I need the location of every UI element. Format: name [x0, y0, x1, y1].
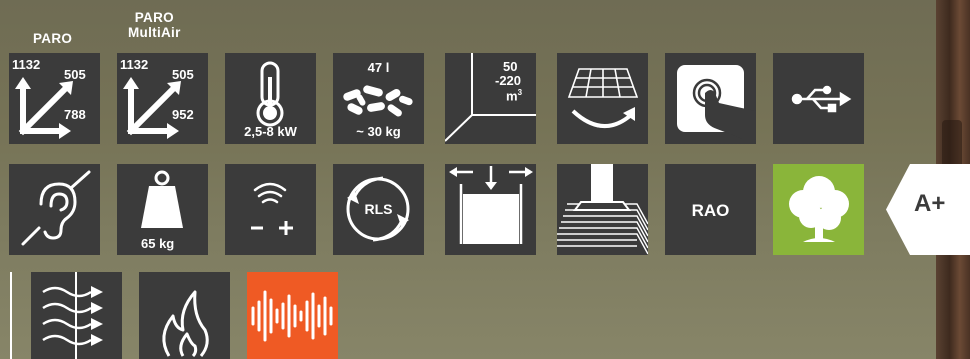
wifi-icon	[251, 182, 293, 235]
ear-crossed-icon	[21, 170, 91, 246]
pellets-tile: 47 l ~ 30 kg	[333, 53, 424, 144]
dim-depth: 788	[64, 107, 86, 122]
rotating-grid-icon	[567, 68, 639, 129]
rao-tile: RAO	[665, 164, 756, 255]
room-size-unit: m3	[506, 88, 523, 104]
dim-width: 505	[172, 67, 194, 82]
power-tile: 2,5-8 kW	[225, 53, 316, 144]
rls-label: RLS	[364, 201, 393, 217]
paro-header: PARO	[33, 31, 73, 46]
energy-class-label: A+	[914, 190, 946, 217]
usb-icon	[791, 85, 852, 113]
pellets-volume: 47 l	[367, 60, 390, 75]
dim-height: 1132	[120, 57, 149, 72]
dim-width: 505	[64, 67, 86, 82]
rao-label: RAO	[691, 201, 730, 220]
flame-tile	[139, 272, 230, 359]
wifi-control-tile	[225, 164, 316, 255]
paro-multiair-line1: PARO	[134, 10, 174, 25]
rotating-grill-tile	[557, 53, 648, 144]
flue-pipe-icon	[557, 164, 648, 255]
dimensions-paro-tile: 1132 505 788	[9, 53, 100, 144]
sound-wave-tile	[247, 272, 338, 359]
usb-tile	[773, 53, 864, 144]
sound-wave-icon	[251, 290, 333, 342]
paro-multiair-header: PARO MultiAir	[128, 10, 181, 40]
silent-operation-tile	[9, 164, 100, 255]
dimensions-multiair-tile: 1132 505 952	[117, 53, 208, 144]
rls-tile: RLS	[333, 164, 424, 255]
room-size-tile: 50 -220 m3	[445, 53, 536, 144]
dim-depth: 952	[172, 107, 194, 122]
weight-tile: 65 kg	[117, 164, 208, 255]
room-size-max: -220	[495, 73, 522, 88]
air-flow-icon	[42, 272, 103, 359]
weight-value: 65 kg	[141, 236, 175, 251]
tree-icon	[789, 176, 849, 242]
air-outlet-icon	[449, 166, 533, 244]
multiair-distribution-tile	[31, 272, 122, 359]
row3-edge-divider	[10, 272, 12, 359]
power-range: 2,5-8 kW	[244, 124, 297, 139]
touch-control-tile	[665, 53, 756, 144]
eco-tree-tile	[773, 164, 864, 255]
flame-icon	[162, 290, 209, 358]
room-size-min: 50	[503, 59, 518, 74]
touch-panel-icon	[677, 65, 756, 139]
paro-multiair-line2: MultiAir	[128, 25, 181, 40]
room-corner-icon	[445, 53, 536, 142]
pellets-weight: ~ 30 kg	[356, 124, 401, 139]
dim-height: 1132	[12, 57, 41, 72]
air-outlet-tile	[445, 164, 536, 255]
ceramic-tile	[557, 164, 648, 255]
